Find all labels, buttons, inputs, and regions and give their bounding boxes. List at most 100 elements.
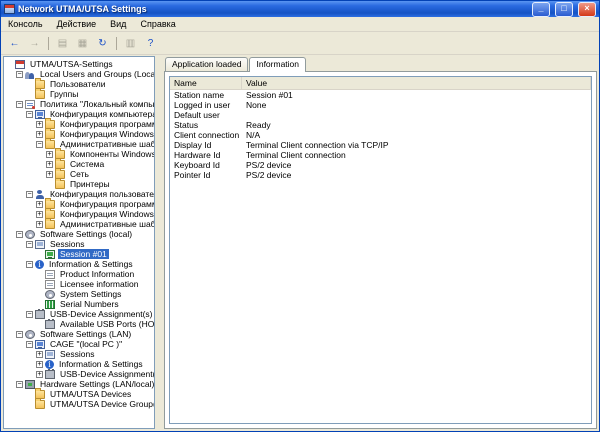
tree-item[interactable]: + Information & Settings (4, 359, 154, 369)
list-row[interactable]: Station name Session #01 (170, 90, 591, 100)
list-row[interactable]: Logged in user None (170, 100, 591, 110)
tree-item[interactable]: + Конфигурация программ (4, 197, 154, 209)
tree-item[interactable]: + Конфигурация программ (4, 117, 154, 129)
menu-help[interactable]: Справка (133, 18, 182, 30)
tree-item[interactable]: + Система (4, 157, 154, 169)
window-title: Network UTMA/UTSA Settings (18, 4, 147, 14)
tree-expander-plus-icon[interactable]: + (46, 160, 53, 168)
menu-view[interactable]: Вид (103, 18, 133, 30)
sessions-icon (45, 349, 55, 359)
tree-item[interactable]: + Sessions (4, 349, 154, 359)
tree-expander-plus-icon[interactable]: + (36, 220, 43, 228)
computer-icon (35, 339, 45, 349)
tree-item-label: Конфигурация пользователя (50, 189, 155, 199)
close-button[interactable]: × (578, 1, 596, 17)
tree-item[interactable]: − Конфигурация пользователя (4, 189, 154, 199)
tree-item[interactable]: − Local Users and Groups (Local) (4, 69, 154, 79)
tree-expander-plus-icon[interactable]: + (36, 130, 43, 138)
row-name: Station name (174, 90, 225, 100)
tree-expander-minus-icon[interactable]: − (26, 260, 33, 268)
maximize-button[interactable]: □ (555, 1, 573, 17)
tree-item-label: Software Settings (LAN) (40, 329, 132, 339)
tree-expander-minus-icon[interactable]: − (26, 190, 33, 198)
tree-item[interactable]: Группы (4, 87, 154, 99)
tree-item[interactable]: Product Information (4, 269, 154, 279)
title-bar[interactable]: Network UTMA/UTSA Settings _ □ × (1, 1, 599, 17)
tree-expander-minus-icon[interactable]: − (26, 110, 33, 118)
tree-expander-plus-icon[interactable]: + (46, 170, 53, 178)
tree-expander-minus-icon[interactable]: − (36, 140, 43, 148)
column-header-name[interactable]: Name (170, 77, 242, 90)
row-value: Ready (246, 120, 271, 130)
properties-icon[interactable]: ▦ (73, 35, 92, 52)
tree-item[interactable]: + Административные шаблоны (4, 217, 154, 229)
menu-action[interactable]: Действие (50, 18, 104, 30)
tab-information[interactable]: Information (249, 57, 307, 72)
tree-item-label: Hardware Settings (LAN/local) (40, 379, 155, 389)
tree-expander-plus-icon[interactable]: + (36, 370, 43, 378)
tree-expander-minus-icon[interactable]: − (16, 380, 23, 388)
tree-expander-minus-icon[interactable]: − (16, 230, 23, 238)
tree-item[interactable]: Session #01 (4, 249, 154, 259)
back-button-icon[interactable]: ← (5, 35, 24, 52)
tree-item[interactable]: − Hardware Settings (LAN/local) (4, 379, 154, 389)
tree-item-label: Licensee information (60, 279, 139, 289)
toolbar-separator (48, 36, 49, 50)
info-icon (35, 259, 44, 269)
tree-expander-plus-icon[interactable]: + (46, 150, 53, 158)
tree-item[interactable]: − Политика "Локальный компьютер" (4, 99, 154, 109)
toolbar: ← → ▤ ▦ ↻ ▥? (1, 32, 599, 55)
tree-item[interactable]: + Конфигурация Windows (4, 127, 154, 139)
tree-expander-minus-icon[interactable]: − (26, 240, 33, 248)
tree-expander-minus-icon[interactable]: − (26, 340, 33, 348)
tree-expander-plus-icon[interactable]: + (36, 210, 43, 218)
tree-item-label: Административные шаблоны (60, 139, 155, 149)
tree-expander-plus-icon[interactable]: + (36, 350, 43, 358)
list-row[interactable]: Client connection N/A (170, 130, 591, 140)
list-row[interactable]: Keyboard Id PS/2 device (170, 160, 591, 170)
tree-item[interactable]: − CAGE "(local PC )" (4, 339, 154, 349)
tree-expander-minus-icon[interactable]: − (16, 100, 23, 108)
export-list-icon[interactable]: ▥ (121, 35, 140, 52)
tree-expander-minus-icon[interactable]: − (26, 310, 33, 318)
list-row[interactable]: Default user (170, 110, 591, 120)
tree-expander-minus-icon[interactable]: − (16, 330, 23, 338)
tab-application-loaded[interactable]: Application loaded (165, 57, 249, 71)
tree-item[interactable]: − Software Settings (LAN) (4, 329, 154, 339)
list-row[interactable]: Status Ready (170, 120, 591, 130)
tree-item[interactable]: Принтеры (4, 177, 154, 189)
tree-expander-minus-icon[interactable]: − (16, 70, 23, 78)
tree-item[interactable]: − Административные шаблоны (4, 137, 155, 149)
minimize-button[interactable]: _ (532, 1, 550, 17)
list-row[interactable]: Hardware Id Terminal Client connection (170, 150, 591, 160)
list-row[interactable]: Pointer Id PS/2 device (170, 170, 591, 180)
tree-item[interactable]: + Компоненты Windows (4, 147, 154, 159)
tree-item[interactable]: Пользователи (4, 77, 154, 89)
tree-item[interactable]: − USB-Device Assignment(s) (4, 308, 154, 319)
tree-item[interactable]: − Конфигурация компьютера (4, 109, 154, 119)
tree-item[interactable]: + Конфигурация Windows (4, 207, 154, 219)
refresh-icon[interactable]: ↻ (93, 35, 112, 52)
forward-button-icon[interactable]: → (25, 35, 44, 52)
tree-item[interactable]: Serial Numbers (4, 299, 154, 309)
help-icon[interactable]: ? (141, 35, 160, 52)
tree-item[interactable]: Available USB Ports (HOST-PC), Sett (4, 318, 154, 329)
column-header-value[interactable]: Value (242, 77, 591, 90)
list-row[interactable]: Display Id Terminal Client connection via… (170, 140, 591, 150)
tree-expander-plus-icon[interactable]: + (36, 360, 43, 368)
tree-item[interactable]: System Settings (4, 289, 154, 299)
tree-item[interactable]: + USB-Device Assignment(s) (4, 368, 154, 379)
tree-item[interactable]: + Сеть (4, 167, 154, 179)
tree-item[interactable]: − Sessions (4, 239, 154, 249)
tree-item[interactable]: UTMA/UTSA Devices (4, 387, 154, 399)
tree-item[interactable]: − Software Settings (local) (4, 229, 154, 239)
tree-item[interactable]: UTMA/UTSA-Settings (4, 59, 154, 69)
tree-item[interactable]: UTMA/UTSA Device Group(s) (4, 397, 154, 409)
tree-expander-plus-icon[interactable]: + (36, 200, 43, 208)
pane-splitter[interactable] (158, 56, 161, 429)
show-console-tree-icon[interactable]: ▤ (53, 35, 72, 52)
tree-item[interactable]: Licensee information (4, 279, 154, 289)
tree-item[interactable]: − Information & Settings (4, 259, 154, 269)
tree-expander-plus-icon[interactable]: + (36, 120, 43, 128)
menu-console[interactable]: Консоль (1, 18, 50, 30)
